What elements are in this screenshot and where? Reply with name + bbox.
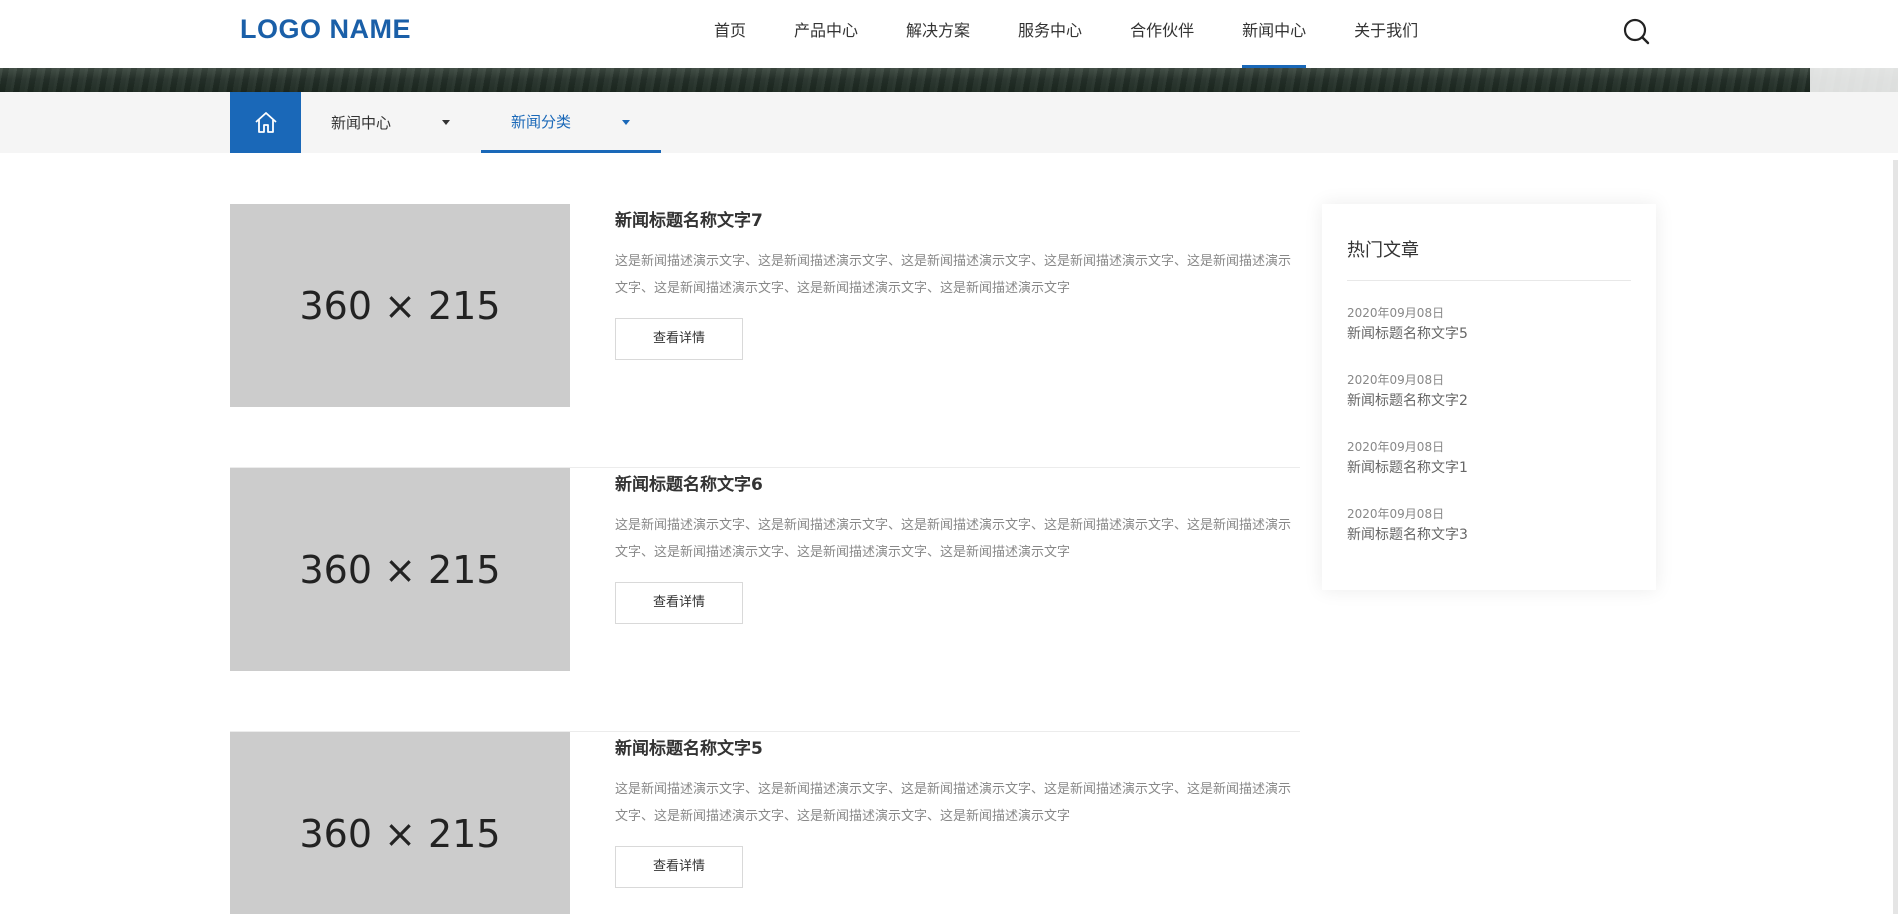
hot-article-date: 2020年09月08日 xyxy=(1347,440,1445,454)
breadcrumb-label: 新闻分类 xyxy=(511,112,572,131)
nav-item-solutions[interactable]: 解决方案 xyxy=(906,0,970,68)
article-description: 这是新闻描述演示文字、这是新闻描述演示文字、这是新闻描述演示文字、这是新闻描述演… xyxy=(615,254,1292,296)
site-header: LOGO NAME 首页 产品中心 解决方案 服务中心 合作伙伴 新闻中心 关于… xyxy=(0,0,1898,68)
caret-down-icon xyxy=(442,120,450,125)
article-title[interactable]: 新闻标题名称文字7 xyxy=(615,206,763,231)
article-title[interactable]: 新闻标题名称文字5 xyxy=(615,734,763,759)
article-thumbnail[interactable]: 360 × 215 xyxy=(230,732,570,914)
hot-article-date: 2020年09月08日 xyxy=(1347,373,1445,387)
article-thumbnail[interactable]: 360 × 215 xyxy=(230,204,570,407)
caret-down-icon xyxy=(622,120,630,125)
hot-articles-title: 热门文章 xyxy=(1347,240,1419,261)
divider xyxy=(1347,280,1631,281)
hot-article-title: 新闻标题名称文字2 xyxy=(1347,393,1468,409)
view-details-button[interactable]: 查看详情 xyxy=(615,582,743,624)
logo[interactable]: LOGO NAME xyxy=(240,14,411,45)
breadcrumb-bar: 新闻中心 新闻分类 xyxy=(0,92,1898,153)
home-button[interactable] xyxy=(230,92,301,153)
view-details-button[interactable]: 查看详情 xyxy=(615,846,743,888)
article-item: 360 × 215 新闻标题名称文字6 这是新闻描述演示文字、这是新闻描述演示文… xyxy=(230,468,1300,732)
search-icon[interactable] xyxy=(1620,15,1654,49)
hot-article-date: 2020年09月08日 xyxy=(1347,306,1445,320)
nav-item-home[interactable]: 首页 xyxy=(714,0,746,68)
breadcrumb-news-category[interactable]: 新闻分类 xyxy=(481,92,661,153)
home-icon xyxy=(254,111,277,133)
hot-article-item[interactable]: 2020年09月08日 新闻标题名称文字5 xyxy=(1347,304,1627,371)
breadcrumb-label: 新闻中心 xyxy=(331,114,392,132)
breadcrumb-news-center[interactable]: 新闻中心 xyxy=(301,92,481,153)
nav-item-products[interactable]: 产品中心 xyxy=(794,0,858,68)
banner-image xyxy=(0,68,1898,92)
hot-article-item[interactable]: 2020年09月08日 新闻标题名称文字2 xyxy=(1347,371,1627,438)
hot-article-title: 新闻标题名称文字1 xyxy=(1347,460,1468,476)
hot-articles-panel: 热门文章 2020年09月08日 新闻标题名称文字5 2020年09月08日 新… xyxy=(1322,204,1656,590)
main-nav: 首页 产品中心 解决方案 服务中心 合作伙伴 新闻中心 关于我们 xyxy=(714,0,1466,68)
hot-article-title: 新闻标题名称文字3 xyxy=(1347,527,1468,543)
article-item: 360 × 215 新闻标题名称文字5 这是新闻描述演示文字、这是新闻描述演示文… xyxy=(230,732,1300,914)
banner-edge xyxy=(1810,68,1898,92)
hot-article-item[interactable]: 2020年09月08日 新闻标题名称文字1 xyxy=(1347,438,1627,505)
view-details-button[interactable]: 查看详情 xyxy=(615,318,743,360)
article-description: 这是新闻描述演示文字、这是新闻描述演示文字、这是新闻描述演示文字、这是新闻描述演… xyxy=(615,518,1292,560)
nav-item-news[interactable]: 新闻中心 xyxy=(1242,0,1307,68)
nav-item-services[interactable]: 服务中心 xyxy=(1018,0,1082,68)
hot-article-date: 2020年09月08日 xyxy=(1347,507,1445,521)
nav-item-about[interactable]: 关于我们 xyxy=(1354,0,1418,68)
article-title[interactable]: 新闻标题名称文字6 xyxy=(615,470,763,495)
hot-article-item[interactable]: 2020年09月08日 新闻标题名称文字3 xyxy=(1347,505,1627,572)
page-scrollbar[interactable] xyxy=(1893,160,1898,914)
nav-item-partners[interactable]: 合作伙伴 xyxy=(1130,0,1194,68)
article-description: 这是新闻描述演示文字、这是新闻描述演示文字、这是新闻描述演示文字、这是新闻描述演… xyxy=(615,782,1292,824)
article-item: 360 × 215 新闻标题名称文字7 这是新闻描述演示文字、这是新闻描述演示文… xyxy=(230,204,1300,468)
article-thumbnail[interactable]: 360 × 215 xyxy=(230,468,570,671)
hot-article-title: 新闻标题名称文字5 xyxy=(1347,326,1468,342)
hot-articles-list: 2020年09月08日 新闻标题名称文字5 2020年09月08日 新闻标题名称… xyxy=(1347,304,1627,572)
